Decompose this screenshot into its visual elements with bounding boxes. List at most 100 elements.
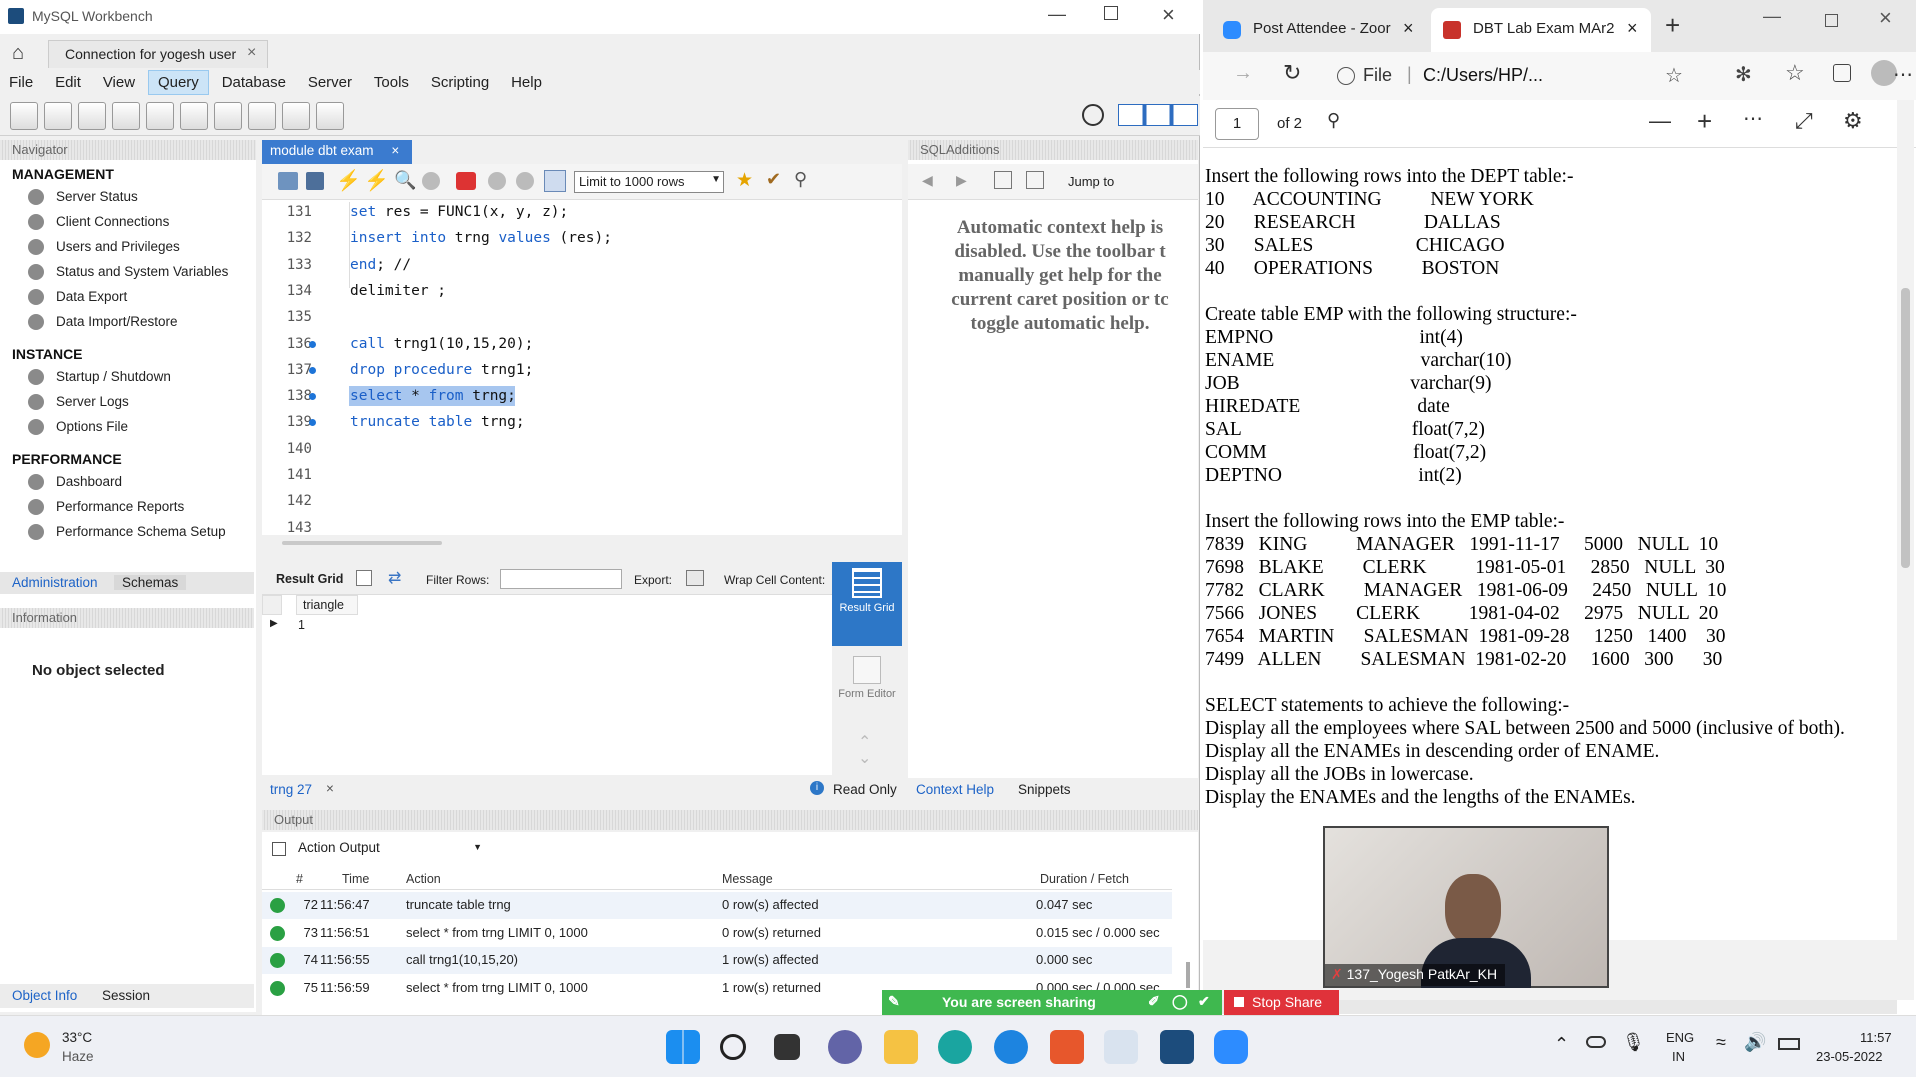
nav-users-privileges[interactable]: Users and Privileges <box>0 234 256 259</box>
close-icon[interactable]: × <box>1162 2 1175 28</box>
annotate-icon[interactable]: ✐ <box>1148 993 1160 1010</box>
search-table-icon[interactable] <box>282 102 310 130</box>
collections-icon[interactable] <box>1833 64 1851 82</box>
stop-share-button[interactable]: Stop Share <box>1224 990 1339 1016</box>
create-table-icon[interactable] <box>146 102 174 130</box>
language-code[interactable]: ENG <box>1666 1030 1694 1045</box>
weather-temp[interactable]: 33°C <box>62 1030 92 1045</box>
battery-icon[interactable] <box>1778 1038 1800 1050</box>
task-view-icon[interactable] <box>774 1034 800 1060</box>
microphone-icon[interactable]: 🎙 <box>1622 1032 1645 1053</box>
tab-snippets[interactable]: Snippets <box>1018 782 1071 797</box>
fit-page-icon[interactable]: ⤢ <box>1795 108 1813 134</box>
tab-administration[interactable]: Administration <box>12 575 98 590</box>
nav-performance-schema[interactable]: Performance Schema Setup <box>0 519 256 544</box>
nav-performance-reports[interactable]: Performance Reports <box>0 494 256 519</box>
menu-file[interactable]: File <box>0 71 42 94</box>
beautify-icon[interactable]: ✔ <box>766 169 781 190</box>
create-schema-icon[interactable] <box>112 102 140 130</box>
reload-icon[interactable]: ↻ <box>1283 60 1301 86</box>
mysql-workbench-icon[interactable] <box>1160 1030 1194 1064</box>
reconnect-icon[interactable] <box>316 102 344 130</box>
close-tab-icon[interactable]: × <box>1403 18 1414 39</box>
maximize-icon[interactable] <box>1104 6 1118 20</box>
close-editor-tab-icon[interactable]: × <box>391 143 399 158</box>
editor-h-scrollbar[interactable] <box>282 541 442 545</box>
menu-view[interactable]: View <box>94 71 144 94</box>
nav-dashboard[interactable]: Dashboard <box>0 469 256 494</box>
onedrive-icon[interactable] <box>1586 1036 1606 1048</box>
code-line[interactable]: select * from trng; <box>350 388 516 404</box>
nav-data-export[interactable]: Data Export <box>0 284 256 309</box>
tab-context-help[interactable]: Context Help <box>916 782 994 797</box>
volume-icon[interactable]: 🔊 <box>1744 1032 1766 1053</box>
nav-server-status[interactable]: Server Status <box>0 184 256 209</box>
extensions-icon[interactable]: ✻ <box>1735 62 1752 87</box>
pause-icon[interactable]: ◯ <box>1172 993 1188 1010</box>
menu-scripting[interactable]: Scripting <box>422 71 498 94</box>
clock-date[interactable]: 23-05-2022 <box>1816 1049 1883 1064</box>
stop-icon[interactable] <box>422 172 440 190</box>
output-row[interactable]: 74 11:56:55 call trng1(10,15,20) 1 row(s) a… <box>262 947 1172 974</box>
new-sql-tab-icon[interactable] <box>10 102 38 130</box>
connection-tab[interactable]: Connection for yogesh user × <box>48 40 268 68</box>
copy-icon[interactable] <box>272 842 286 856</box>
commit-icon[interactable] <box>488 172 506 190</box>
minimize-icon[interactable]: — <box>1048 4 1066 25</box>
save-icon[interactable] <box>306 172 324 190</box>
create-procedure-icon[interactable] <box>214 102 242 130</box>
open-file-icon[interactable] <box>278 172 298 190</box>
limit-rows-select[interactable]: Limit to 1000 rows ▼ <box>574 171 724 193</box>
search-icon[interactable] <box>720 1034 746 1060</box>
more-tools-icon[interactable]: ⋯ <box>1743 106 1763 131</box>
tab-session[interactable]: Session <box>102 988 150 1003</box>
scroll-down-icon[interactable]: ⌄ <box>858 748 871 768</box>
create-function-icon[interactable] <box>248 102 276 130</box>
result-cell[interactable]: 1 <box>298 618 305 632</box>
clock-time[interactable]: 11:57 <box>1860 1030 1892 1045</box>
language-region[interactable]: IN <box>1672 1049 1685 1064</box>
zoom-taskbar-icon[interactable] <box>1214 1030 1248 1064</box>
menu-server[interactable]: Server <box>299 71 361 94</box>
rollback-icon[interactable] <box>516 172 534 190</box>
execute-current-icon[interactable]: ⚡ <box>364 168 389 193</box>
export-icon[interactable] <box>686 570 704 586</box>
tab-schemas[interactable]: Schemas <box>114 575 187 590</box>
close-tab-icon[interactable]: × <box>247 44 256 62</box>
nav-options-file[interactable]: Options File <box>0 414 256 439</box>
menu-database[interactable]: Database <box>213 71 295 94</box>
code-line[interactable]: drop procedure trng1; <box>350 362 533 378</box>
tab-object-info[interactable]: Object Info <box>12 988 77 1003</box>
autocommit-icon[interactable] <box>544 170 566 192</box>
app-icon[interactable] <box>994 1030 1028 1064</box>
minimize-icon[interactable]: — <box>1763 6 1781 27</box>
menu-edit[interactable]: Edit <box>46 71 90 94</box>
find-icon[interactable]: ⚲ <box>794 169 807 190</box>
weather-icon[interactable] <box>24 1032 50 1058</box>
create-view-icon[interactable] <box>180 102 208 130</box>
execute-icon[interactable]: ⚡ <box>336 168 361 193</box>
close-result-tab-icon[interactable]: × <box>326 781 334 796</box>
snipping-tool-icon[interactable] <box>1104 1030 1138 1064</box>
open-sql-file-icon[interactable] <box>44 102 72 130</box>
start-icon[interactable] <box>666 1030 700 1064</box>
manual-help-icon[interactable] <box>994 171 1012 189</box>
toggle-error-icon[interactable] <box>456 172 476 190</box>
menu-query[interactable]: Query <box>147 70 209 95</box>
output-row[interactable]: 73 11:56:51 select * from trng LIMIT 0, 10… <box>262 919 1172 947</box>
code-line[interactable]: delimiter ; <box>350 283 446 299</box>
editor-tab[interactable]: module dbt exam × <box>262 140 412 164</box>
bookmark-star-icon[interactable]: ★ <box>736 169 753 192</box>
new-tab-icon[interactable]: + <box>1665 10 1680 41</box>
wifi-icon[interactable]: ≈ <box>1716 1032 1726 1053</box>
page-number-input[interactable]: 1 <box>1215 108 1259 140</box>
jump-to-label[interactable]: Jump to <box>1068 174 1114 189</box>
nav-status-variables[interactable]: Status and System Variables <box>0 259 256 284</box>
sql-editor[interactable]: 131 set res = FUNC1(x, y, z); 132 insert in… <box>262 200 902 536</box>
zoom-out-icon[interactable]: — <box>1649 108 1671 134</box>
inspector-icon[interactable] <box>78 102 106 130</box>
terminal-app-icon[interactable] <box>1050 1030 1084 1064</box>
pdf-scroll-thumb[interactable] <box>1901 288 1910 568</box>
back-icon[interactable]: ◀ <box>922 172 933 189</box>
output-v-scrollbar[interactable] <box>1186 962 1190 988</box>
